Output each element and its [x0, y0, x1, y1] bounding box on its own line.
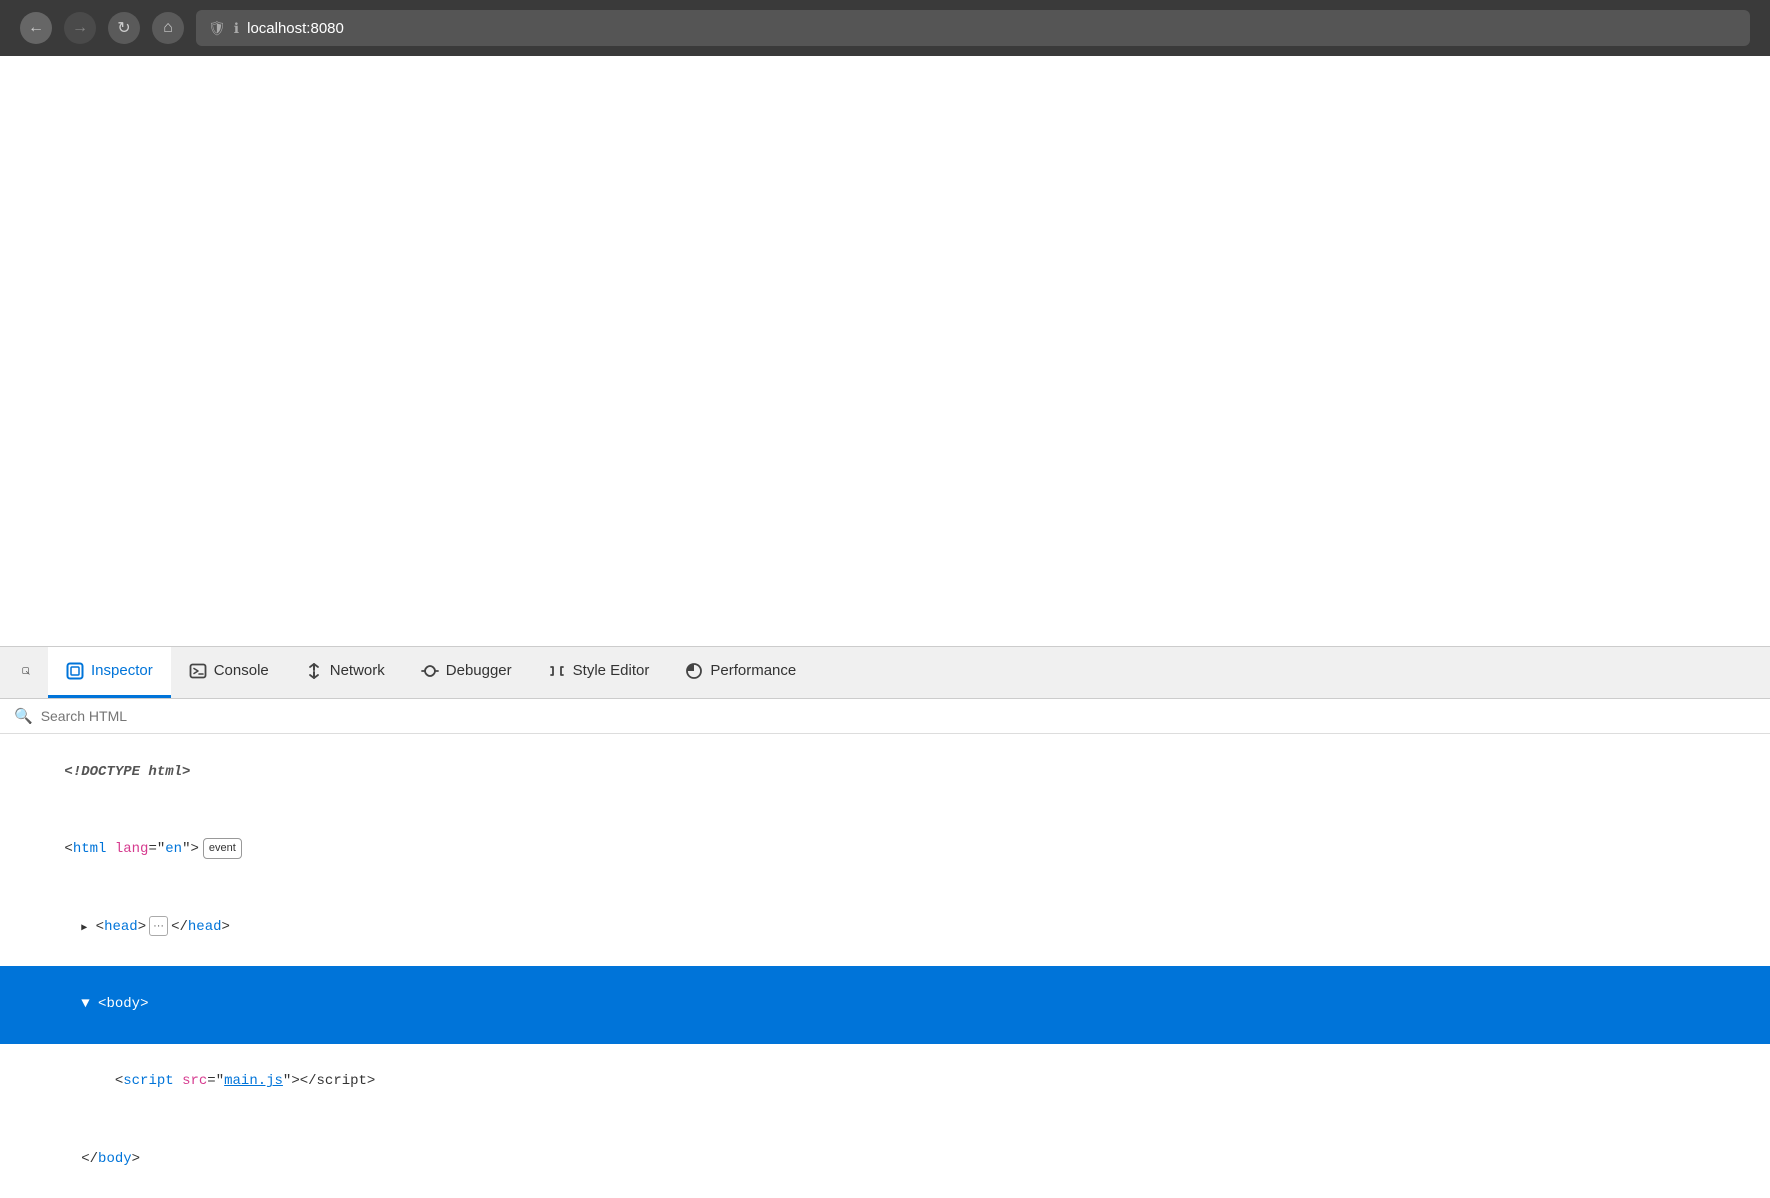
console-label: Console	[214, 662, 269, 679]
network-icon	[305, 662, 323, 680]
browser-chrome: ← → ↻ ⌂ 🛡 ℹ localhost:8080	[0, 0, 1770, 56]
home-button[interactable]: ⌂	[152, 12, 184, 44]
inspector-icon	[66, 662, 84, 680]
doctype-text: <!DOCTYPE html>	[64, 764, 190, 780]
tab-style-editor[interactable]: Style Editor	[530, 647, 668, 698]
console-icon	[189, 662, 207, 680]
style-editor-icon	[548, 662, 566, 680]
debugger-label: Debugger	[446, 662, 512, 679]
back-button[interactable]: ←	[20, 12, 52, 44]
event-badge: event	[203, 838, 242, 859]
picker-icon	[22, 660, 30, 682]
style-editor-label: Style Editor	[573, 662, 650, 679]
html-open-line[interactable]: <html lang="en">event	[0, 811, 1770, 888]
tab-inspector[interactable]: Inspector	[48, 647, 171, 698]
shield-icon: 🛡	[208, 20, 226, 37]
page-content	[0, 56, 1770, 646]
tab-console[interactable]: Console	[171, 647, 287, 698]
performance-label: Performance	[710, 662, 796, 679]
info-icon: ℹ	[234, 20, 239, 37]
body-line[interactable]: ▼ <body>	[0, 966, 1770, 1043]
debugger-icon	[421, 662, 439, 680]
script-line[interactable]: <script src="main.js"></script>	[0, 1044, 1770, 1121]
tab-performance[interactable]: Performance	[667, 647, 814, 698]
reload-button[interactable]: ↻	[108, 12, 140, 44]
html-tree: <!DOCTYPE html> <html lang="en">event ▶ …	[0, 734, 1770, 1198]
url-text: localhost:8080	[247, 20, 344, 37]
doctype-line[interactable]: <!DOCTYPE html>	[0, 734, 1770, 811]
tab-debugger[interactable]: Debugger	[403, 647, 530, 698]
tab-network[interactable]: Network	[287, 647, 403, 698]
search-icon: 🔍	[14, 707, 33, 725]
inspector-label: Inspector	[91, 662, 153, 679]
element-picker-button[interactable]	[4, 647, 48, 698]
devtools-panel: Inspector Console	[0, 646, 1770, 1198]
forward-button[interactable]: →	[64, 12, 96, 44]
address-bar[interactable]: 🛡 ℹ localhost:8080	[196, 10, 1750, 46]
html-search-bar: 🔍	[0, 699, 1770, 734]
search-input[interactable]	[41, 708, 1756, 724]
devtools-tab-bar: Inspector Console	[0, 647, 1770, 699]
head-ellipsis: ···	[149, 916, 168, 937]
network-label: Network	[330, 662, 385, 679]
head-line[interactable]: ▶ <head>···</head>	[0, 889, 1770, 966]
body-close-line[interactable]: </body>	[0, 1121, 1770, 1198]
performance-icon	[685, 662, 703, 680]
